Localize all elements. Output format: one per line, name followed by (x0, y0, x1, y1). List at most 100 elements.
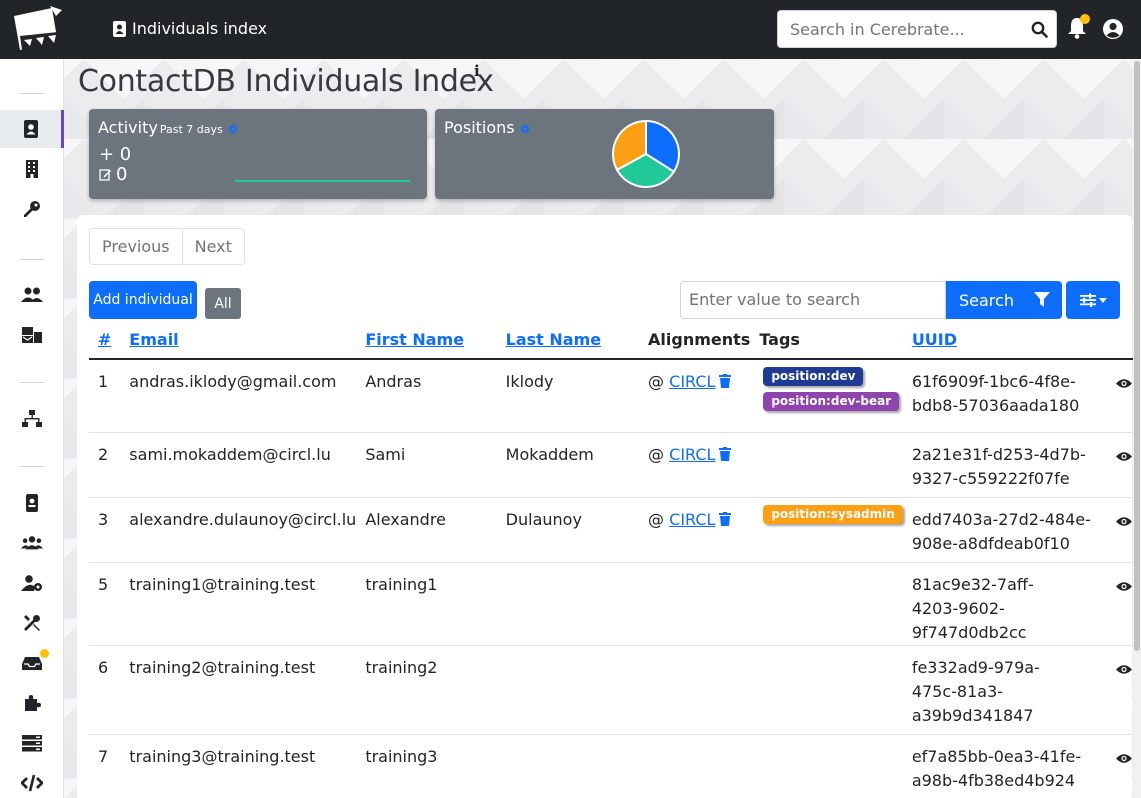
cell-email: sami.mokaddem@circl.lu (120, 432, 357, 498)
uuid-line: 81ac9e32-7aff- (911, 574, 1034, 594)
top-navbar: Individuals index (0, 0, 1141, 59)
alignment-link[interactable]: CIRCL (669, 510, 715, 529)
global-search (777, 10, 1057, 48)
global-search-input[interactable] (778, 11, 1022, 47)
col-uuid[interactable]: UUID (902, 320, 1092, 360)
table-row: 1 andras.iklody@gmail.com Andras Iklody @ CI… (89, 359, 1141, 433)
scrollbar-thumb[interactable] (1134, 61, 1140, 651)
sidebar-item-admin-users[interactable] (0, 524, 64, 562)
sidebar-item-inbox[interactable] (0, 644, 64, 682)
search-button[interactable]: Search (946, 281, 1062, 319)
edit-icon (99, 169, 111, 181)
activity-sparkline (235, 180, 410, 182)
uuid-line: fe332ad9-979a- (911, 657, 1040, 677)
sidebar-item-organisations[interactable] (0, 150, 64, 188)
activity-card: Activity Past 7 days + 0 0 (89, 109, 427, 199)
table-row: 2 sami.mokaddem@circl.lu Sami Mokaddem @ CIR… (89, 432, 1141, 498)
tag-badge[interactable]: position:dev (763, 367, 864, 386)
cell-last-name (496, 645, 640, 735)
individuals-table: # Email First Name Last Name Alignments … (89, 320, 1141, 798)
col-email[interactable]: Email (120, 320, 357, 360)
cell-first-name: training2 (356, 645, 497, 735)
cell-last-name: Dulaunoy (496, 497, 640, 563)
sidebar-item-api[interactable] (0, 764, 64, 798)
address-book-icon (23, 120, 38, 138)
add-individual-button[interactable]: Add individual (89, 281, 197, 319)
column-settings-button[interactable] (1066, 281, 1120, 319)
cell-id: 6 (89, 645, 121, 735)
breadcrumb[interactable]: Individuals index (113, 19, 267, 38)
code-icon (21, 774, 43, 792)
positions-card: Positions (435, 109, 774, 199)
previous-button[interactable]: Previous (90, 229, 182, 264)
next-button[interactable]: Next (181, 229, 244, 264)
table-row: 5 training1@training.test training1 81ac9e3… (89, 562, 1141, 646)
trash-icon[interactable] (719, 446, 732, 461)
trash-icon[interactable] (719, 511, 732, 526)
alignment-prefix: @ (648, 509, 665, 529)
sidebar-item-users[interactable] (0, 276, 64, 314)
puzzle-piece-icon (25, 695, 41, 711)
tag-badge[interactable]: position:dev-bear (763, 392, 900, 411)
all-filter-button[interactable]: All (205, 288, 241, 319)
users-icon (21, 536, 43, 550)
tag-badge[interactable]: position:sysadmin (763, 504, 903, 524)
col-alignments: Alignments (639, 320, 751, 360)
cell-first-name: training1 (356, 562, 497, 646)
activity-edit-count: 0 (116, 164, 128, 185)
global-search-button[interactable] (1022, 11, 1056, 47)
alignment-link[interactable]: CIRCL (669, 445, 715, 464)
uuid-line: 4203-9602-9f747d0db2cc (911, 598, 1027, 642)
col-first-name[interactable]: First Name (356, 320, 497, 360)
cerebrate-logo-icon[interactable] (12, 6, 62, 52)
sidebar-item-plugins[interactable] (0, 684, 64, 722)
cog-icon[interactable] (520, 124, 530, 134)
cell-tags: position:dev position:dev-bear (750, 359, 903, 433)
cell-last-name: Mokaddem (496, 432, 640, 498)
uuid-line: ef7a85bb-0ea3-41fe- (911, 746, 1082, 766)
uuid-line: 61f6909f-1bc6-4f8e- (911, 372, 1076, 391)
sidebar-item-user-settings[interactable] (0, 564, 64, 602)
sidebar-item-settings[interactable] (0, 604, 64, 642)
cog-icon[interactable] (228, 124, 238, 134)
trash-icon[interactable] (719, 374, 732, 388)
alignment-prefix: @ (648, 444, 665, 464)
positions-title-text: Positions (444, 118, 515, 137)
notifications-button[interactable] (1067, 14, 1090, 41)
cell-last-name (496, 562, 640, 646)
info-icon[interactable]: i (474, 62, 480, 80)
vertical-scrollbar[interactable] (1133, 59, 1141, 798)
eye-icon[interactable] (1115, 516, 1132, 527)
sidebar-item-instance[interactable] (0, 724, 64, 762)
sidebar-item-encryption-keys[interactable] (0, 190, 64, 228)
sidebar-item-mailing-lists[interactable] (0, 316, 64, 354)
sidebar-separator (20, 93, 44, 94)
cell-uuid: 81ac9e32-7aff- 4203-9602-9f747d0db2cc (902, 562, 1092, 646)
sidebar-item-admin-individuals[interactable] (0, 484, 64, 522)
cell-email: andras.iklody@gmail.com (120, 359, 357, 433)
alignment-prefix: @ (648, 372, 665, 391)
sidebar-separator (20, 382, 44, 383)
col-tags: Tags (750, 320, 903, 360)
eye-icon[interactable] (1115, 581, 1132, 592)
col-last-name[interactable]: Last Name (496, 320, 640, 360)
uuid-line: a39b9d341847 (911, 705, 1034, 725)
col-id[interactable]: # (89, 320, 121, 360)
eye-icon[interactable] (1115, 378, 1132, 389)
eye-icon[interactable] (1115, 664, 1132, 675)
alignment-link[interactable]: CIRCL (669, 372, 715, 391)
inbox-icon (22, 657, 42, 670)
cell-last-name (496, 734, 640, 798)
user-circle-icon[interactable] (1102, 18, 1124, 40)
activity-edit-row: 0 (99, 164, 127, 185)
filter-icon[interactable] (1034, 292, 1050, 308)
cell-tags (750, 562, 903, 646)
eye-icon[interactable] (1115, 451, 1132, 462)
cell-first-name: Andras (356, 359, 497, 433)
users-icon (21, 287, 43, 302)
filter-search-input[interactable]: Enter value to search (680, 281, 946, 319)
eye-icon[interactable] (1115, 753, 1132, 764)
sidebar-item-sharing-groups[interactable] (0, 400, 64, 438)
sliders-icon (1079, 293, 1096, 307)
sidebar-item-individuals[interactable] (0, 110, 64, 148)
